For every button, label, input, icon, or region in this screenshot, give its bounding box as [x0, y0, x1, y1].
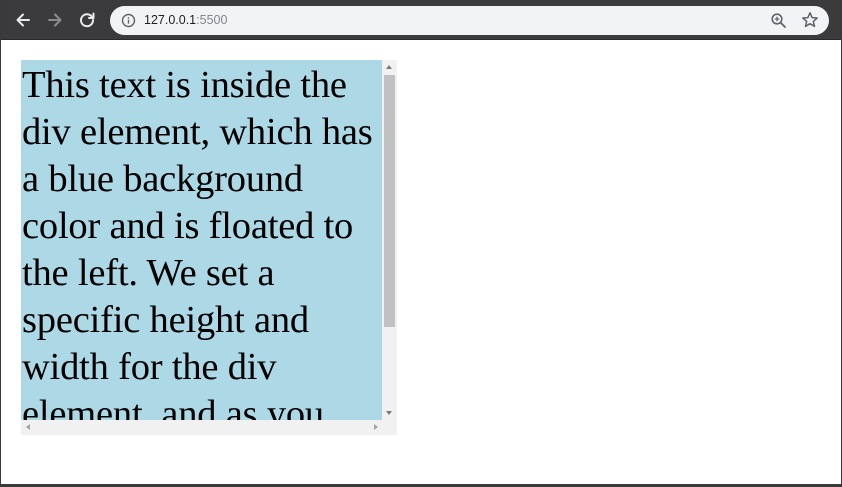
floated-div[interactable]: This text is inside the div element, whi… [21, 60, 397, 435]
reload-button[interactable] [75, 8, 99, 32]
browser-window: 127.0.0.1:5500 This text is inside the d… [0, 0, 842, 487]
scroll-up-arrow-icon[interactable] [386, 65, 392, 69]
scroll-down-arrow-icon[interactable] [386, 411, 392, 415]
scroll-right-arrow-icon[interactable] [374, 424, 378, 430]
vertical-scroll-thumb[interactable] [384, 75, 395, 327]
div-viewport: This text is inside the div element, whi… [21, 60, 382, 420]
back-arrow-icon [16, 13, 30, 27]
browser-toolbar: 127.0.0.1:5500 [1, 0, 841, 40]
forward-arrow-icon [48, 13, 62, 27]
url-host: 127.0.0.1 [144, 13, 197, 27]
zoom-icon[interactable] [770, 12, 787, 29]
scroll-left-arrow-icon[interactable] [26, 424, 30, 430]
back-button[interactable] [11, 8, 35, 32]
reload-icon [80, 12, 95, 28]
scrollbar-corner [382, 420, 397, 435]
horizontal-scrollbar[interactable] [21, 420, 382, 435]
page-content: This text is inside the div element, whi… [1, 40, 841, 484]
forward-button[interactable] [43, 8, 67, 32]
div-text: This text is inside the div element, whi… [22, 64, 373, 420]
vertical-scrollbar[interactable] [382, 60, 397, 420]
address-bar[interactable]: 127.0.0.1:5500 [110, 6, 829, 35]
info-icon[interactable] [121, 13, 136, 28]
url-text[interactable]: 127.0.0.1:5500 [144, 13, 227, 28]
url-port: :5500 [196, 13, 228, 27]
star-icon[interactable] [801, 11, 819, 29]
